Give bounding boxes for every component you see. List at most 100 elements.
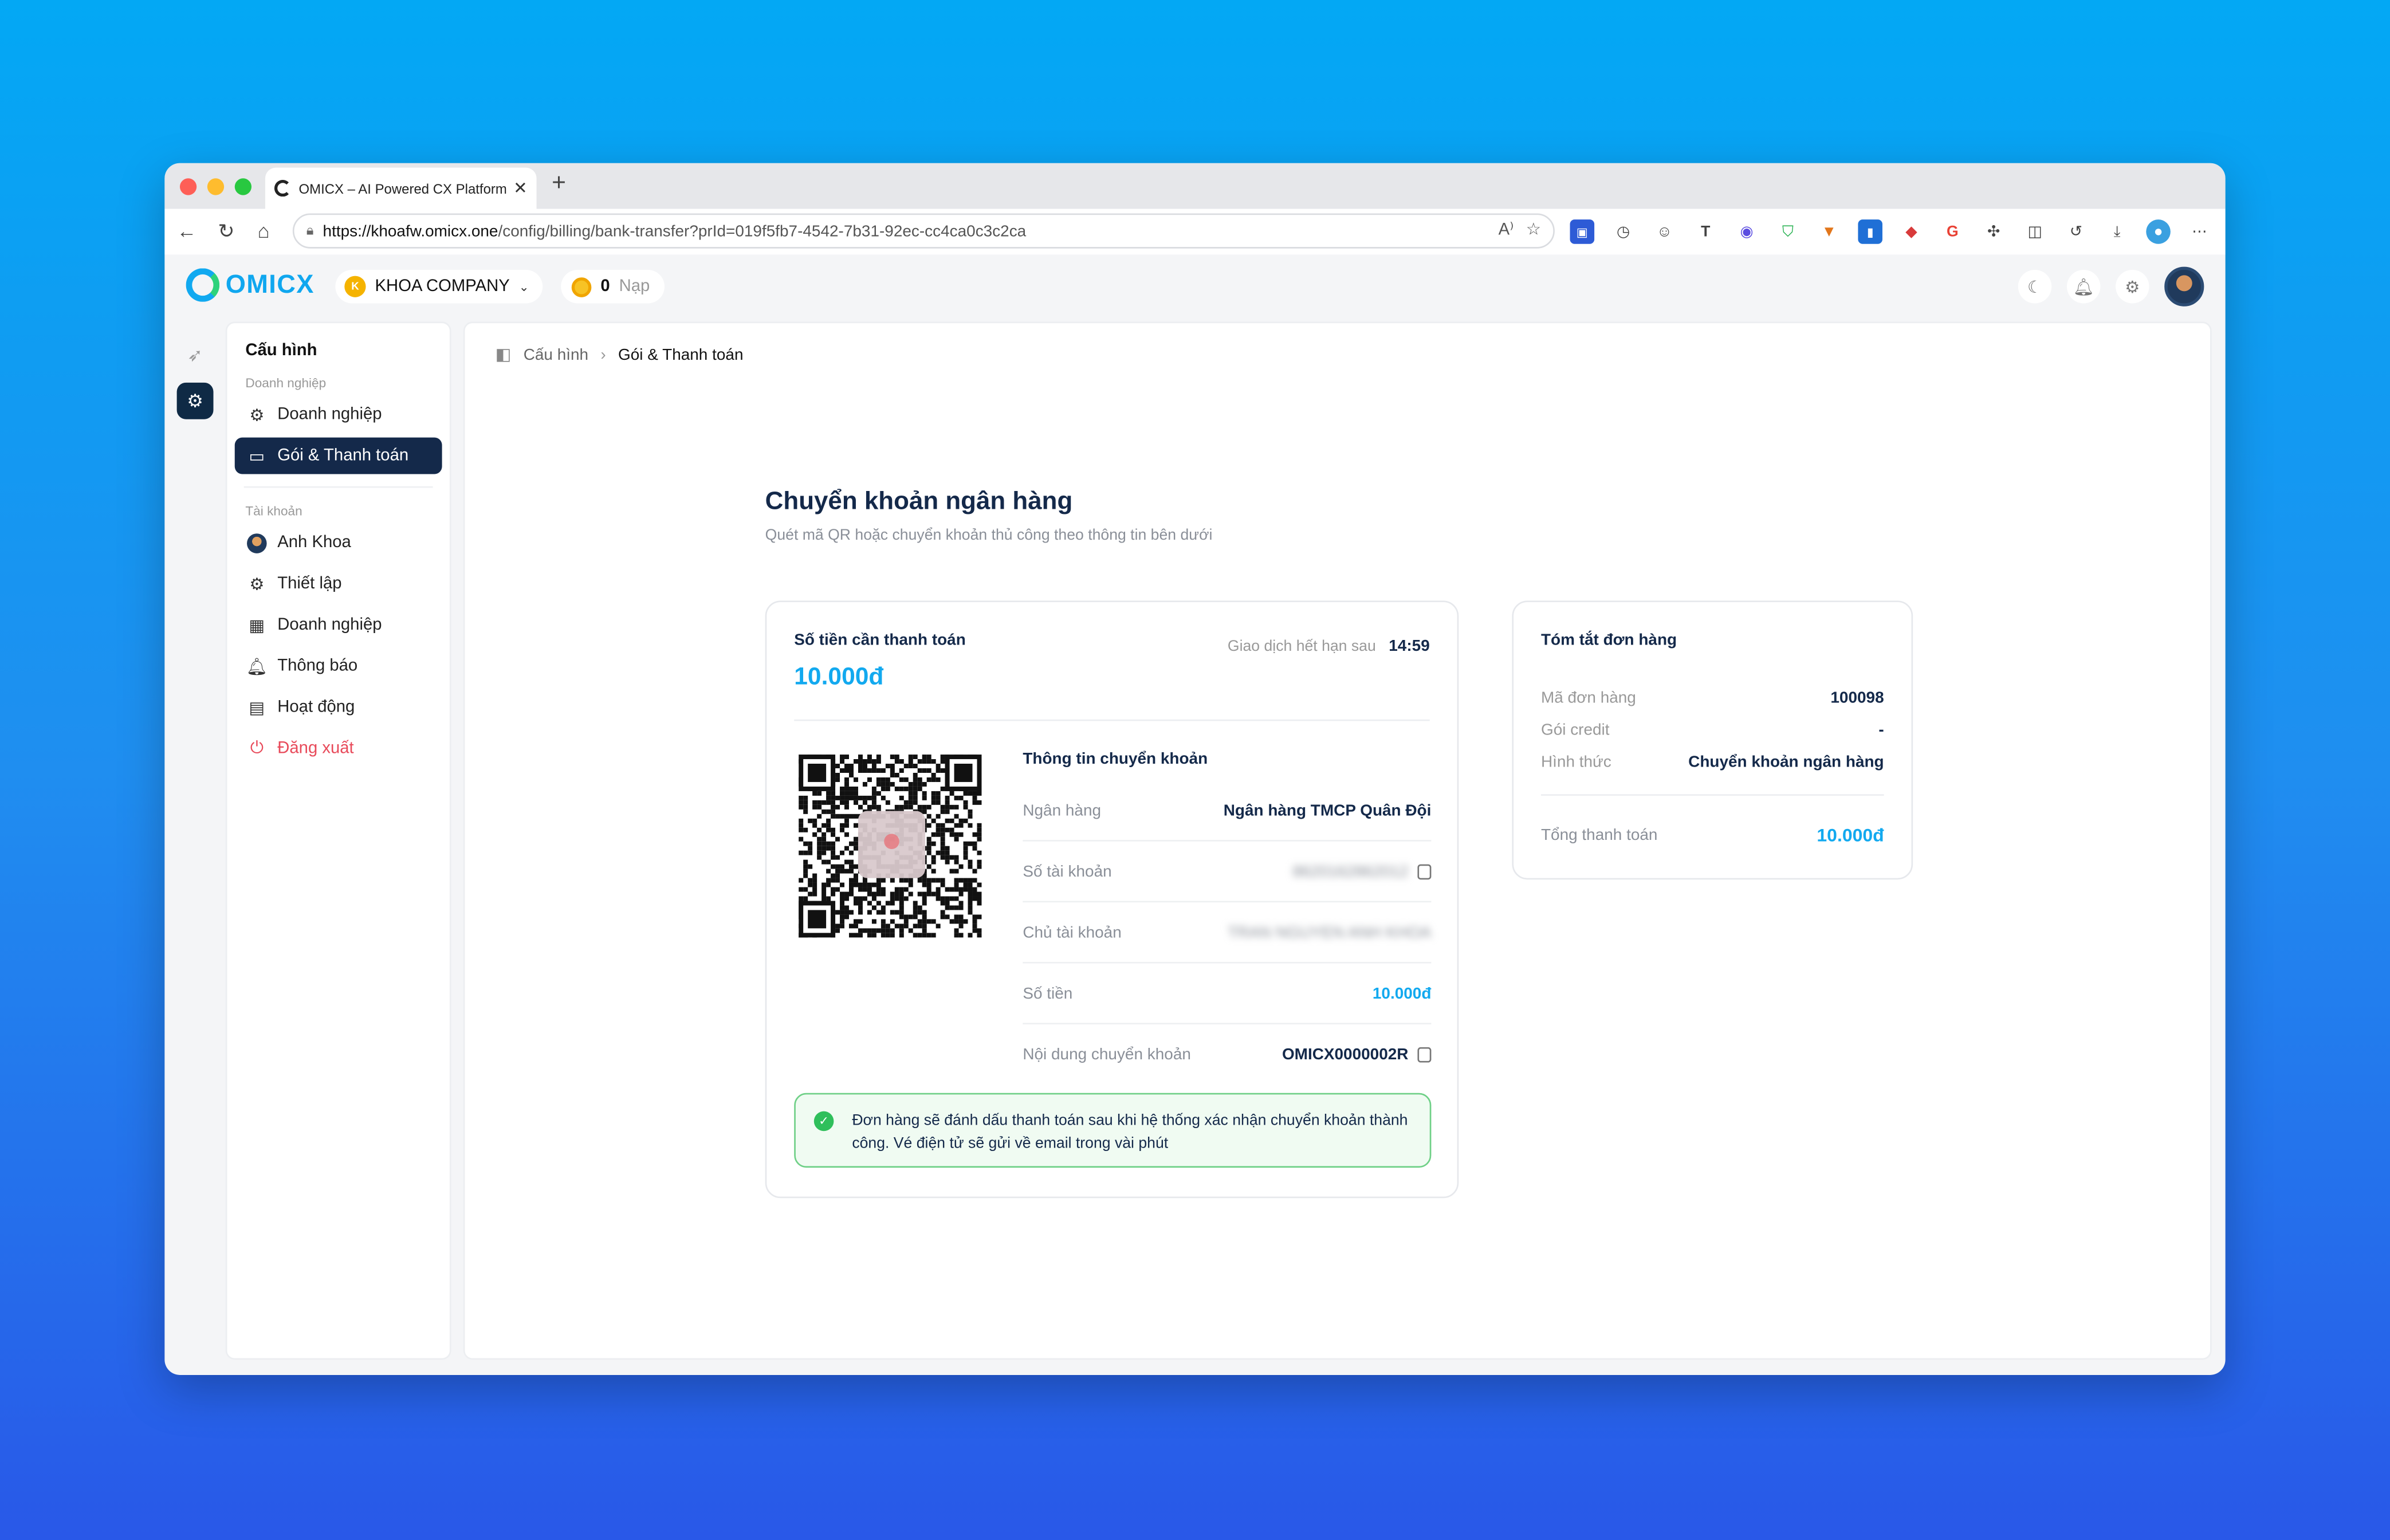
gear-icon: ⚙ xyxy=(249,575,265,594)
page-title: Chuyển khoản ngân hàng xyxy=(765,488,1073,516)
minimize-window-button[interactable] xyxy=(207,178,225,195)
sidebar-item-activity[interactable]: ▤ Hoạt động xyxy=(235,689,442,726)
sidebar-item-billing[interactable]: ▭ Gói & Thanh toán xyxy=(234,437,442,474)
extension-g-icon[interactable]: G xyxy=(1940,219,1965,244)
copy-icon[interactable] xyxy=(1417,1047,1432,1063)
header-actions: ☾ 🔔︎ ⚙ xyxy=(2018,266,2204,307)
download-icon[interactable]: ⤓ xyxy=(2105,219,2129,244)
gear-icon: ⚙ xyxy=(249,406,265,425)
bell-icon: 🔔︎ xyxy=(246,658,268,677)
summary-value: - xyxy=(1878,720,1884,739)
info-value: TRAN NGUYEN ANH KHOA xyxy=(1227,923,1432,941)
close-window-button[interactable] xyxy=(179,178,197,195)
summary-key: Gói credit xyxy=(1540,720,1610,739)
favorite-star-icon[interactable]: ☆ xyxy=(1526,219,1541,239)
profile-avatar-icon[interactable]: ● xyxy=(2146,219,2171,244)
sidebar-item-profile[interactable]: Anh Khoa xyxy=(235,524,442,561)
url-text: https://khoafw.omicx.one/config/billing/… xyxy=(323,222,1027,241)
divider xyxy=(794,719,1430,721)
credit-balance[interactable]: 0 Nạp xyxy=(561,269,665,304)
site-info-icon[interactable]: 🔒︎ xyxy=(306,222,314,239)
sidebar-title: Cấu hình xyxy=(245,341,317,360)
amount-label: Số tiền cần thanh toán xyxy=(794,631,966,650)
amount-value: 10.000đ xyxy=(794,665,884,691)
chevron-right-icon: › xyxy=(600,345,606,364)
expiry-timer: Giao dịch hết hạn sau 14:59 xyxy=(1228,631,1430,659)
maximize-window-button[interactable] xyxy=(234,178,252,195)
home-icon[interactable]: ⌂ xyxy=(258,219,270,242)
logout-icon: ⏻ xyxy=(250,738,264,757)
dark-mode-icon[interactable]: ☾ xyxy=(2018,269,2052,304)
rocket-icon[interactable]: ➶ xyxy=(177,337,214,374)
omicx-logo[interactable]: OMICX xyxy=(186,268,315,302)
chevron-down-icon: ⌄ xyxy=(518,280,529,294)
browser-tab[interactable]: OMICX – AI Powered CX Platform ✕ xyxy=(265,167,537,209)
info-value: 8620162862012 xyxy=(1292,862,1409,881)
payment-qr-code xyxy=(797,753,984,939)
info-row-bank: Ngân hàng Ngân hàng TMCP Quân Đội xyxy=(1023,780,1432,842)
config-gear-icon[interactable]: ⚙ xyxy=(176,382,214,419)
sidebar-item-settings[interactable]: ⚙ Thiết lập xyxy=(235,565,442,602)
page-subtitle: Quét mã QR hoặc chuyển khoản thủ công th… xyxy=(765,527,1213,544)
reload-icon[interactable]: ↻ xyxy=(218,219,234,244)
extension-t-icon[interactable]: T xyxy=(1693,219,1718,244)
read-aloud-icon[interactable]: A⁾ xyxy=(1499,219,1514,239)
extension-robot-icon[interactable]: ☺ xyxy=(1652,219,1677,244)
new-tab-icon[interactable]: + xyxy=(552,171,566,198)
more-menu-icon[interactable]: ⋯ xyxy=(2187,219,2212,244)
sidebar-section-business: Doanh nghiệp xyxy=(245,375,327,391)
company-selector[interactable]: K KHOA COMPANY ⌄ xyxy=(335,269,543,304)
back-icon[interactable]: ← xyxy=(177,219,197,242)
transfer-info-title: Thông tin chuyển khoản xyxy=(1023,750,1208,768)
divider xyxy=(1540,794,1884,796)
info-key: Chủ tài khoản xyxy=(1023,923,1122,941)
close-tab-icon[interactable]: ✕ xyxy=(513,178,528,198)
extension-shield-icon[interactable]: ⛉ xyxy=(1776,219,1801,244)
breadcrumb-current: Gói & Thanh toán xyxy=(618,345,744,364)
expiry-time: 14:59 xyxy=(1389,637,1430,656)
sidebar-item-label: Hoạt động xyxy=(277,698,355,717)
credit-value: 0 xyxy=(600,277,610,296)
breadcrumb-root[interactable]: Cấu hình xyxy=(524,345,588,364)
address-bar-row: ← ↻ ⌂ 🔒︎ https://khoafw.omicx.one/config… xyxy=(164,209,2226,255)
sidebar-divider xyxy=(243,486,433,488)
sidebar-item-company[interactable]: ▦ Doanh nghiệp xyxy=(235,607,442,643)
history-icon[interactable]: ↺ xyxy=(2064,219,2089,244)
sidebar-item-doanh-nghiep[interactable]: ⚙ Doanh nghiệp xyxy=(235,396,442,433)
omicx-favicon-icon xyxy=(274,179,292,197)
extension-circle-icon[interactable]: ◉ xyxy=(1735,219,1759,244)
extension-icon-1[interactable]: ▣ xyxy=(1570,219,1595,244)
info-row-amount: Số tiền 10.000đ xyxy=(1023,964,1432,1024)
total-label: Tổng thanh toán xyxy=(1540,826,1658,845)
extension-chart-icon[interactable]: ▮ xyxy=(1858,219,1882,244)
company-badge: K xyxy=(344,276,366,297)
summary-title: Tóm tắt đơn hàng xyxy=(1540,631,1677,650)
sidebar-toggle-icon[interactable]: ◧ xyxy=(496,344,512,364)
app-header: OMICX K KHOA COMPANY ⌄ 0 Nạp ☾ 🔔︎ ⚙ xyxy=(164,254,2225,319)
notification-bell-icon[interactable]: 🔔︎ xyxy=(2066,269,2101,304)
url-field[interactable]: 🔒︎ https://khoafw.omicx.one/config/billi… xyxy=(292,213,1555,249)
logo-text: OMICX xyxy=(225,269,315,299)
summary-key: Mã đơn hàng xyxy=(1540,688,1636,707)
extension-clock-icon[interactable]: ◷ xyxy=(1611,219,1636,244)
topup-link[interactable]: Nạp xyxy=(619,277,650,296)
sidebar-item-label: Thông báo xyxy=(277,657,358,675)
sidebar-item-logout[interactable]: ⏻ Đăng xuất xyxy=(235,730,442,767)
extension-drop-icon[interactable]: ◆ xyxy=(1899,219,1924,244)
copy-icon[interactable] xyxy=(1417,863,1432,879)
tab-bar: OMICX – AI Powered CX Platform ✕ + xyxy=(164,163,2226,209)
sidebar-item-notifications[interactable]: 🔔︎ Thông báo xyxy=(235,648,442,685)
extension-fox-icon[interactable]: ▼ xyxy=(1817,219,1842,244)
info-key: Số tài khoản xyxy=(1023,862,1112,881)
split-screen-icon[interactable]: ◫ xyxy=(2023,219,2047,244)
summary-key: Hình thức xyxy=(1540,752,1611,771)
main-content: ◧ Cấu hình › Gói & Thanh toán Chuyển kho… xyxy=(463,321,2212,1360)
config-sidebar: Cấu hình Doanh nghiệp ⚙ Doanh nghiệp ▭ G… xyxy=(225,321,451,1360)
transfer-info: Thông tin chuyển khoản Ngân hàng Ngân hà… xyxy=(1023,750,1432,1085)
info-value: 10.000đ xyxy=(1372,984,1432,1003)
settings-gear-icon[interactable]: ⚙ xyxy=(2116,269,2149,304)
notice-text: Đơn hàng sẽ đánh dấu thanh toán sau khi … xyxy=(852,1113,1408,1153)
user-avatar[interactable] xyxy=(2164,266,2204,307)
extensions-puzzle-icon[interactable]: ✣ xyxy=(1982,219,2006,244)
expiry-label: Giao dịch hết hạn sau xyxy=(1227,638,1376,656)
